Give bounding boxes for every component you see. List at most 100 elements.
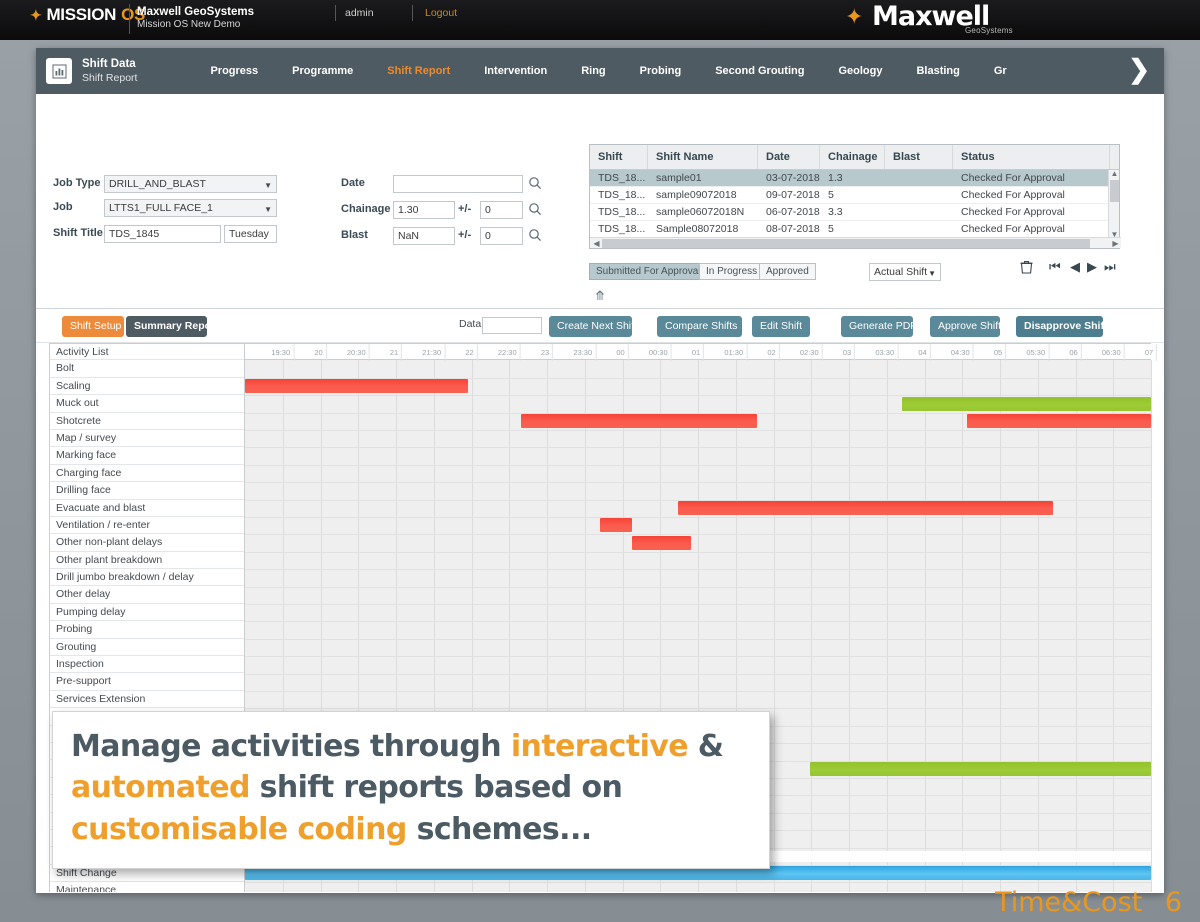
shift-title-input[interactable]: TDS_1845 bbox=[104, 225, 221, 243]
scroll-up-icon[interactable]: ▲ bbox=[1109, 169, 1120, 178]
compare-shifts-button[interactable]: Compare Shifts bbox=[657, 316, 742, 337]
activity-row-label[interactable]: Charging face bbox=[49, 464, 244, 483]
time-axis-tick: 20 bbox=[314, 344, 327, 362]
nav-item-ring[interactable]: Ring bbox=[564, 48, 622, 94]
table-cell: 3.3 bbox=[828, 206, 843, 218]
gantt-bar[interactable] bbox=[809, 762, 1151, 777]
activity-row-label[interactable]: Maintenance bbox=[49, 882, 244, 892]
generate-pdf-button[interactable]: Generate PDF bbox=[841, 316, 917, 337]
edit-shift-button[interactable]: Edit Shift bbox=[752, 316, 810, 337]
grid-column-header-shift-name[interactable]: Shift Name bbox=[648, 145, 758, 169]
date-input[interactable] bbox=[393, 175, 523, 193]
job-type-select[interactable]: DRILL_AND_BLAST ▼ bbox=[104, 175, 277, 193]
job-type-value: DRILL_AND_BLAST bbox=[109, 178, 206, 190]
gantt-bar[interactable] bbox=[245, 379, 469, 394]
status-filter-submitted[interactable]: Submitted For Approval bbox=[589, 263, 708, 280]
gantt-bar[interactable] bbox=[632, 535, 692, 550]
gantt-gridline-horizontal bbox=[245, 482, 1151, 484]
chainage-pm-input[interactable]: 0 bbox=[480, 201, 523, 219]
job-select[interactable]: LTTS1_FULL FACE_1 ▼ bbox=[104, 199, 277, 217]
activity-row-label[interactable]: Pre-support bbox=[49, 673, 244, 691]
activity-row-label[interactable]: Other delay bbox=[49, 586, 244, 604]
prev-page-icon[interactable]: ◀ bbox=[1070, 259, 1080, 275]
activity-row-label[interactable]: Evacuate and blast bbox=[49, 499, 244, 517]
gantt-bar[interactable] bbox=[599, 518, 633, 533]
page-subtitle: Shift Report bbox=[82, 71, 138, 84]
status-filter-in-progress[interactable]: In Progress bbox=[699, 263, 765, 280]
activity-row-label[interactable]: Probing bbox=[49, 621, 244, 639]
disapprove-shift-button[interactable]: Disapprove Shift bbox=[1016, 316, 1107, 337]
activity-row-label[interactable]: Drill jumbo breakdown / delay bbox=[49, 569, 244, 587]
blast-input[interactable]: NaN bbox=[393, 227, 455, 245]
last-page-icon[interactable]: ⏭ bbox=[1104, 259, 1116, 275]
table-cell: Checked For Approval bbox=[961, 172, 1065, 184]
activity-row-label[interactable]: Drilling face bbox=[49, 482, 244, 500]
activity-row-label[interactable]: Ventilation / re-enter bbox=[49, 516, 244, 535]
nav-item-intervention[interactable]: Intervention bbox=[467, 48, 564, 94]
grid-horizontal-scroll-thumb[interactable] bbox=[602, 239, 1090, 248]
table-row[interactable]: TDS_18... sample06072018N 06-07-2018 3.3 Che… bbox=[590, 204, 1119, 221]
activity-row-label[interactable]: Other plant breakdown bbox=[49, 551, 244, 570]
chainage-input[interactable]: 1.30 bbox=[393, 201, 455, 219]
missionos-logo[interactable]: ✦ MISSION OS bbox=[30, 5, 145, 25]
nav-item-second-grouting[interactable]: Second Grouting bbox=[698, 48, 821, 94]
table-row[interactable]: TDS_18... Sample08072018 08-07-2018 5 Checke… bbox=[590, 221, 1119, 238]
chevron-up-double-icon[interactable]: ⤊ bbox=[36, 289, 1164, 302]
gantt-gridline-horizontal bbox=[245, 586, 1151, 588]
nav-item-progress[interactable]: Progress bbox=[193, 48, 275, 94]
gantt-bar[interactable] bbox=[967, 414, 1151, 429]
grid-horizontal-scrollbar[interactable]: ◀ ▶ bbox=[590, 237, 1121, 248]
gantt-bar[interactable] bbox=[678, 501, 1053, 516]
grid-column-header-chainage[interactable]: Chainage bbox=[820, 145, 885, 169]
blast-search-icon[interactable] bbox=[528, 228, 542, 242]
status-filter-approved[interactable]: Approved bbox=[759, 263, 816, 280]
table-row[interactable]: TDS_18... sample01 03-07-2018 1.3 Checked Fo… bbox=[590, 170, 1119, 187]
nav-item-shift-report[interactable]: Shift Report bbox=[370, 48, 467, 94]
activity-row-label[interactable]: Pumping delay bbox=[49, 603, 244, 622]
activity-row-label[interactable]: Shotcrete bbox=[49, 412, 244, 430]
date-search-icon[interactable] bbox=[528, 176, 542, 190]
blast-pm-input[interactable]: 0 bbox=[480, 227, 523, 245]
grid-vertical-scrollbar[interactable]: ▲ ▼ bbox=[1108, 169, 1120, 239]
nav-item-gr[interactable]: Gr bbox=[977, 48, 1024, 94]
table-row[interactable]: TDS_18... sample09072018 09-07-2018 5 Checke… bbox=[590, 187, 1119, 204]
activity-row-label[interactable]: Muck out bbox=[49, 395, 244, 413]
activity-row-label[interactable]: Marking face bbox=[49, 447, 244, 465]
grid-vertical-scroll-thumb[interactable] bbox=[1110, 180, 1119, 202]
shift-day-input[interactable]: Tuesday bbox=[224, 225, 277, 243]
activity-row-label[interactable]: Other non-plant delays bbox=[49, 534, 244, 552]
next-page-icon[interactable]: ▶ bbox=[1087, 259, 1097, 275]
nav-item-probing[interactable]: Probing bbox=[623, 48, 699, 94]
table-cell: Checked For Approval bbox=[961, 206, 1065, 218]
create-next-shift-button[interactable]: Create Next Shift bbox=[549, 316, 637, 337]
first-page-icon[interactable]: ⏮ bbox=[1049, 259, 1061, 275]
chevron-right-icon[interactable]: ❯ bbox=[1128, 56, 1164, 82]
chainage-search-icon[interactable] bbox=[528, 202, 542, 216]
shift-type-select[interactable]: Actual Shift ▼ bbox=[869, 263, 941, 281]
activity-row-label[interactable]: Grouting bbox=[49, 638, 244, 657]
grid-column-header-date[interactable]: Date bbox=[758, 145, 820, 169]
activity-row-label[interactable]: Bolt bbox=[49, 360, 244, 378]
scroll-left-icon[interactable]: ◀ bbox=[591, 239, 602, 248]
grid-column-header-status[interactable]: Status bbox=[953, 145, 1110, 169]
activity-row-label[interactable]: Inspection bbox=[49, 656, 244, 674]
table-cell bbox=[885, 170, 953, 186]
data-input[interactable] bbox=[482, 317, 542, 334]
nav-item-geology[interactable]: Geology bbox=[821, 48, 899, 94]
nav-item-blasting[interactable]: Blasting bbox=[899, 48, 976, 94]
summary-report-button[interactable]: Summary Report bbox=[126, 316, 219, 337]
gantt-bar[interactable] bbox=[520, 414, 758, 429]
page-title: Shift Data bbox=[82, 58, 136, 71]
activity-row-label[interactable]: Scaling bbox=[49, 377, 244, 396]
nav-item-programme[interactable]: Programme bbox=[275, 48, 370, 94]
activity-row-label[interactable]: Map / survey bbox=[49, 429, 244, 448]
gantt-bar[interactable] bbox=[901, 396, 1151, 411]
trash-icon[interactable] bbox=[1020, 260, 1033, 279]
scroll-right-icon[interactable]: ▶ bbox=[1110, 239, 1121, 248]
approve-shift-button[interactable]: Approve Shift bbox=[930, 316, 1001, 337]
grid-column-header-shift[interactable]: Shift bbox=[590, 145, 648, 169]
shift-setup-button[interactable]: Shift Setup bbox=[62, 316, 124, 337]
activity-row-label[interactable]: Services Extension bbox=[49, 690, 244, 709]
grid-column-header-blast[interactable]: Blast bbox=[885, 145, 953, 169]
logout-link[interactable]: Logout bbox=[425, 7, 457, 19]
